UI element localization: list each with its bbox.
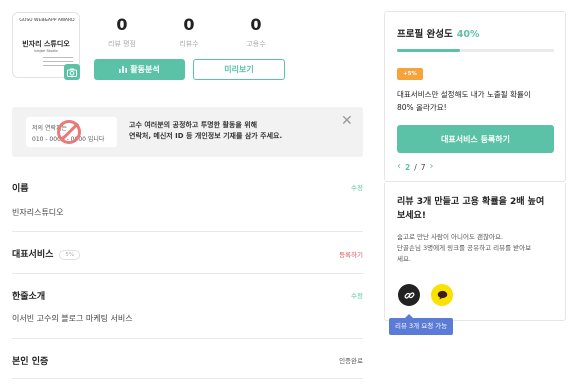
link-icon [404, 291, 414, 299]
stat-reviews-label: 리뷰수 [179, 40, 199, 48]
divider [12, 231, 363, 232]
bar-chart-icon [119, 66, 128, 73]
avatar-name: 빈자리 스튜디오 [22, 40, 70, 48]
register-service-button[interactable]: 등록하기 [339, 249, 363, 259]
stat-rating-value: 0 [116, 15, 128, 34]
share-link-button[interactable] [398, 284, 420, 306]
review-desc-line3: 세요. [397, 255, 412, 263]
notice-text: 고수 여러분의 공정하고 투명한 활동을 위해 연락처, 메신저 ID 등 개인… [129, 120, 282, 142]
profile-completion-panel: 프로필 완성도 40% +5% 대표서비스만 설정해도 내가 노출될 확률이 80… [384, 11, 566, 182]
stat-hires-value: 0 [250, 15, 262, 34]
stat-rating: 0 리뷰 평점 [92, 15, 152, 49]
review-desc-line1: 숨고로 만난 사람이 아니어도 괜찮아요. [397, 233, 504, 241]
preview-button[interactable]: 미리보기 [193, 59, 285, 80]
section-intro: 한줄소개 수정 [12, 289, 363, 302]
activity-analysis-label: 활동분석 [130, 65, 160, 74]
preview-label: 미리보기 [224, 65, 254, 74]
stat-rating-label: 리뷰 평점 [108, 40, 136, 48]
register-service-cta-label: 대표서비스 등록하기 [440, 134, 511, 144]
notice-text-line1: 고수 여러분의 공정하고 투명한 활동을 위해 [129, 121, 258, 129]
prohibited-icon [57, 120, 81, 144]
review-desc: 숨고로 만난 사람이 아니어도 괜찮아요. 단골손님 3명에게 링크를 공유하고… [397, 232, 562, 265]
section-name-value-row: 빈자리스튜디오 [12, 207, 363, 218]
camera-icon [67, 68, 77, 77]
camera-button[interactable] [64, 64, 80, 80]
verify-status: 인증완료 [339, 357, 363, 365]
edit-intro-button[interactable]: 수정 [351, 290, 363, 300]
section-intro-value: 이서빈 고수의 블로그 마케팅 서비스 [12, 314, 133, 323]
kakao-talk-icon [437, 290, 447, 300]
section-verify-title: 본인 인증 [12, 357, 49, 367]
section-name: 이름 수정 [12, 181, 363, 194]
avatar-sub: binjari Studio [34, 49, 58, 53]
chevron-left-icon[interactable]: ‹ [397, 162, 401, 172]
activity-analysis-button[interactable]: 활동분석 [94, 59, 185, 80]
section-intro-title: 한줄소개 [12, 292, 46, 302]
service-percent-tag: 5% [59, 249, 81, 260]
completion-desc: 대표서비스만 설정해도 내가 노출될 확률이 80% 올라가요! [397, 88, 557, 114]
pager-separator: / [414, 162, 417, 172]
divider [12, 378, 363, 379]
review-title-line2: 보세요! [397, 211, 426, 221]
completion-title-row: 프로필 완성도 40% [397, 26, 480, 40]
notice-text-line2: 연락처, 메신저 ID 등 개인정보 기재를 삼가 주세요. [129, 132, 283, 140]
share-kakao-button[interactable] [431, 284, 453, 306]
section-name-title: 이름 [12, 184, 29, 194]
section-service: 대표서비스 5% 등록하기 [12, 247, 363, 260]
completion-desc-line2: 80% 올라가요! [397, 103, 447, 112]
completion-progress-fill [397, 49, 460, 52]
review-title-line1: 리뷰 3개 만들고 고용 확률을 2배 높여 [397, 197, 545, 207]
review-request-panel: 리뷰 3개 만들고 고용 확률을 2배 높여 보세요! 숨고로 만난 사람이 아… [384, 183, 566, 321]
chevron-right-icon[interactable]: › [430, 162, 434, 172]
privacy-notice: 저의 연락처는 010 - 0000 - 0000 입니다 고수 여러분의 공정… [12, 107, 363, 157]
review-request-tooltip: 리뷰 3개 요청 가능 [389, 314, 454, 335]
bonus-badge: +5% [397, 68, 423, 80]
register-service-cta-button[interactable]: 대표서비스 등록하기 [397, 125, 554, 153]
stat-reviews: 0 리뷰수 [159, 15, 219, 49]
section-service-title-row: 대표서비스 5% [12, 247, 363, 260]
section-service-title: 대표서비스 [12, 250, 54, 260]
pager: ‹ 2 / 7 › [397, 162, 434, 172]
completion-percent: 40% [456, 29, 480, 40]
completion-progress-bar [397, 49, 554, 52]
review-title: 리뷰 3개 만들고 고용 확률을 2배 높여 보세요! [397, 195, 562, 223]
divider [12, 273, 363, 274]
completion-title: 프로필 완성도 [397, 29, 453, 40]
close-icon[interactable]: ✕ [341, 114, 353, 128]
section-verify: 본인 인증 인증완료 [12, 354, 363, 367]
section-name-value: 빈자리스튜디오 [12, 208, 64, 217]
avatar-top-text: GOSU WEB&APP AWARD [19, 18, 75, 23]
pager-current: 2 [405, 162, 411, 172]
stat-hires: 0 고용수 [226, 15, 286, 49]
section-intro-value-row: 이서빈 고수의 블로그 마케팅 서비스 [12, 313, 363, 324]
edit-name-button[interactable]: 수정 [351, 182, 363, 192]
pager-total: 7 [420, 162, 426, 172]
completion-desc-line1: 대표서비스만 설정해도 내가 노출될 확률이 [397, 90, 531, 99]
stat-hires-label: 고용수 [246, 40, 266, 48]
notice-example-card: 저의 연락처는 010 - 0000 - 0000 입니다 [26, 117, 117, 147]
review-desc-line2: 단골손님 3명에게 링크를 공유하고 리뷰를 받아보 [397, 244, 532, 252]
stat-reviews-value: 0 [183, 15, 195, 34]
divider [12, 338, 363, 339]
